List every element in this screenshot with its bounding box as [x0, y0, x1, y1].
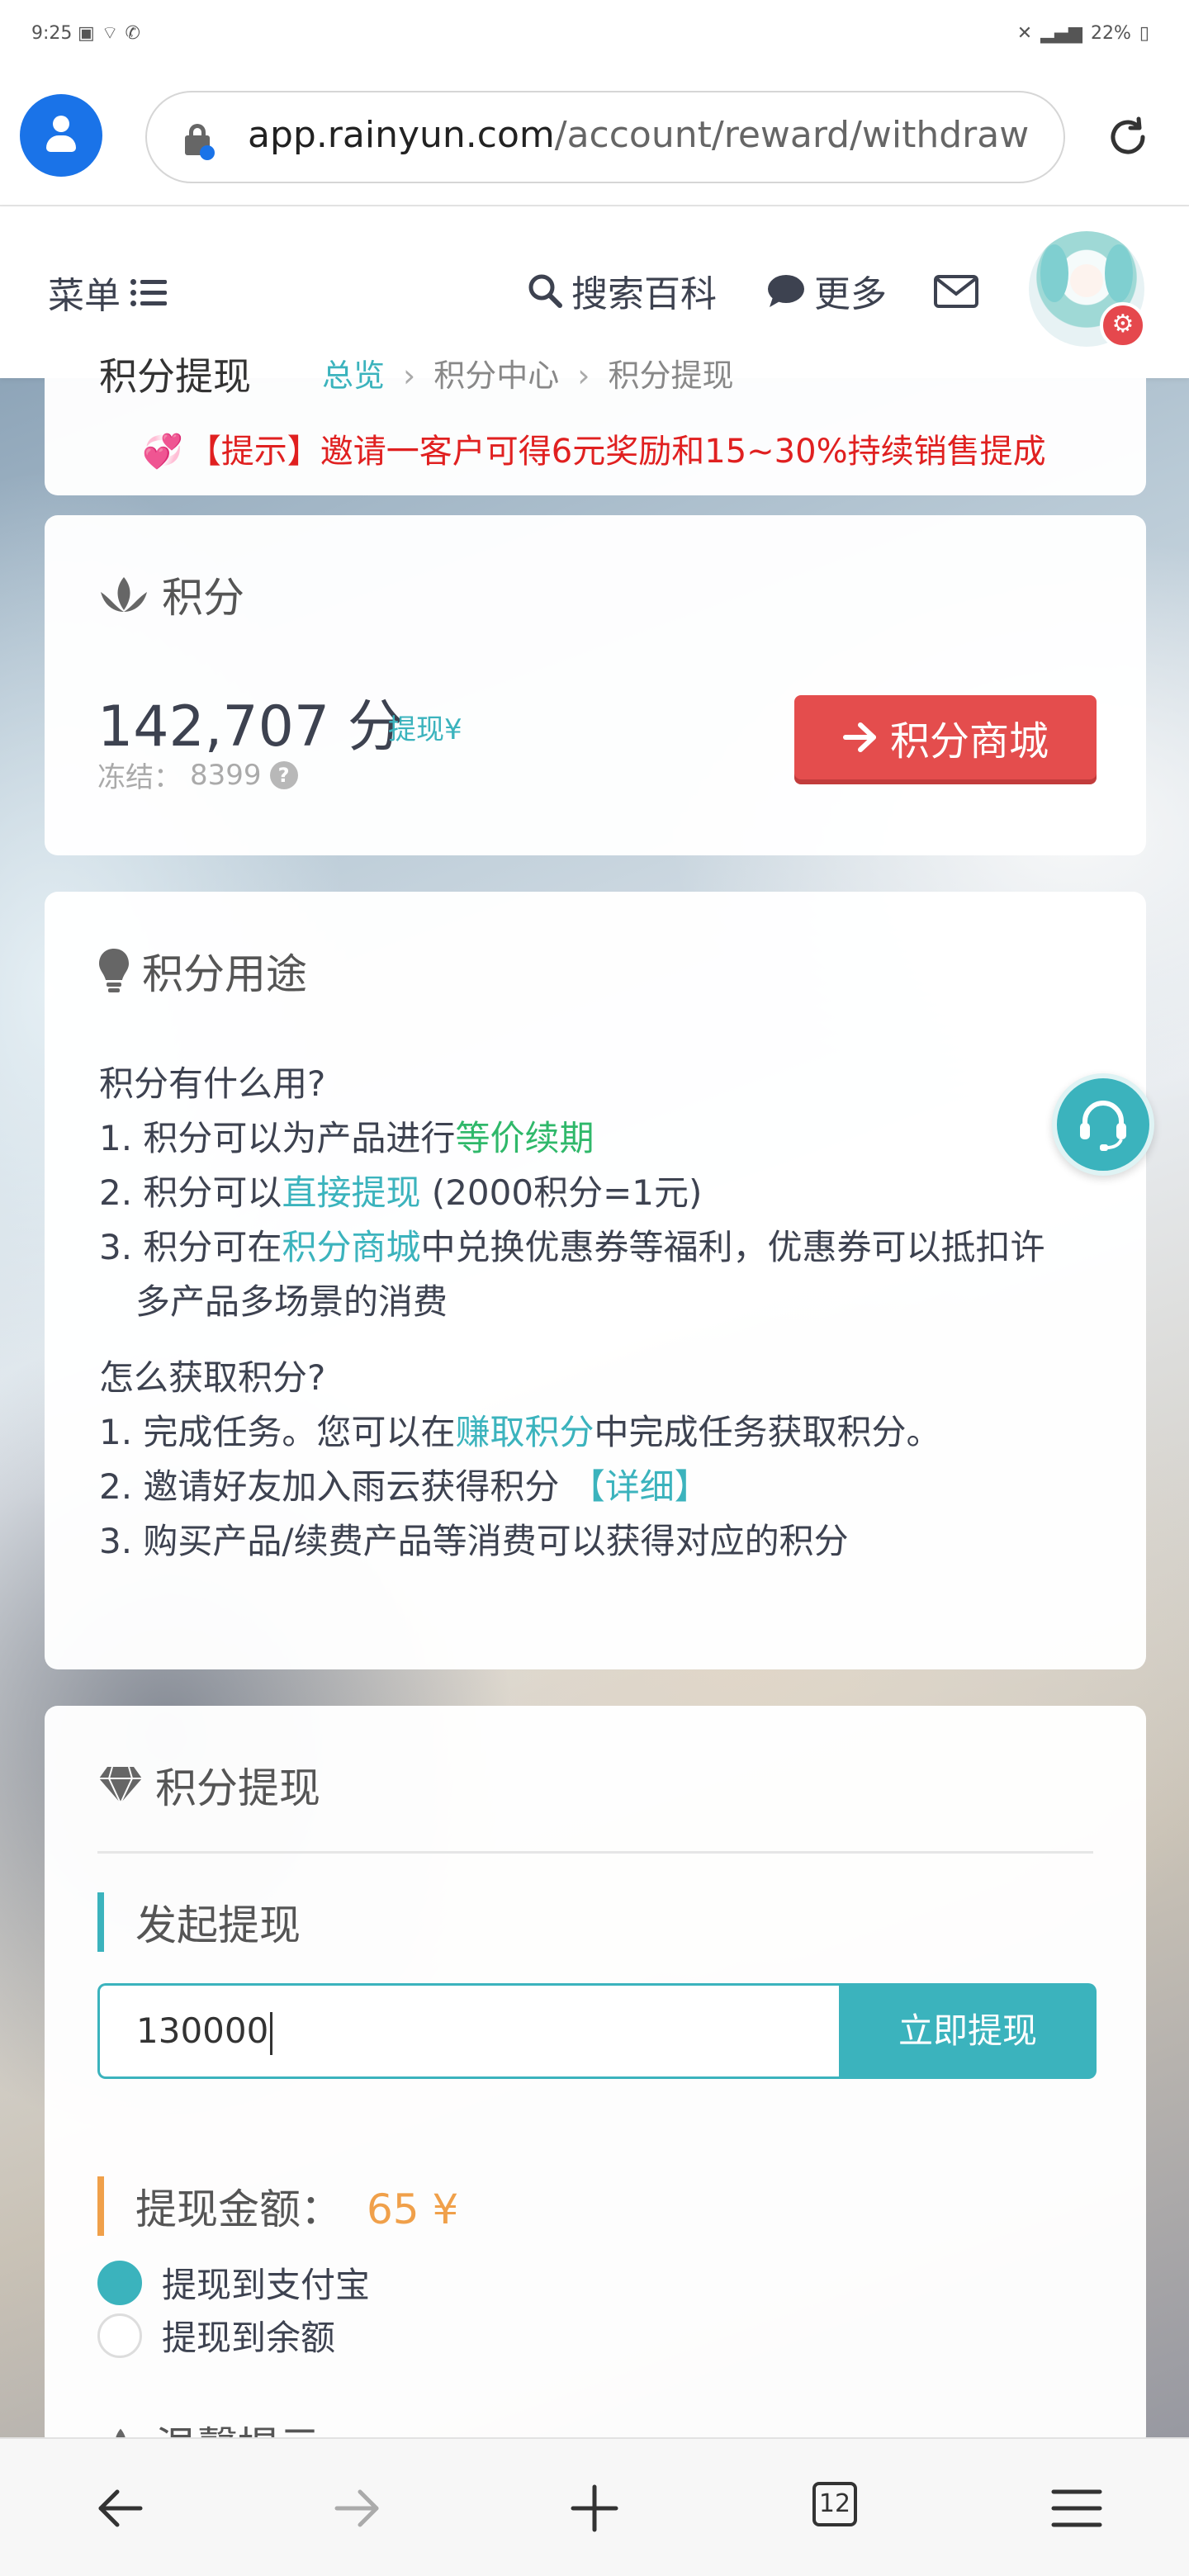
earn-points-link[interactable]: 赚取积分 — [455, 1412, 594, 1452]
option-alipay[interactable]: 提现到支付宝 — [97, 2257, 370, 2308]
arrow-right-icon — [842, 722, 876, 752]
new-tab-icon[interactable] — [565, 2479, 624, 2538]
usage-section-title: 积分用途 — [97, 941, 307, 1001]
status-bar: 9:25 ▣⌔✆ ✕ ▂▄▆ 22% ▯ — [0, 0, 1189, 69]
withdraw-section-title: 积分提现 — [97, 1755, 320, 1815]
browser-toolbar: app.rainyun.com/account/reward/withdraw — [0, 69, 1189, 206]
balance-label: 提现到余额 — [162, 2318, 336, 2358]
support-button[interactable] — [1052, 1073, 1154, 1176]
frozen-label: 冻结： — [97, 761, 182, 794]
usage-item-2: 2. 积分可以直接提现 (2000积分=1元) — [99, 1172, 703, 1213]
chevron-right-icon: › — [577, 358, 590, 394]
reload-icon[interactable] — [1105, 114, 1151, 160]
breadcrumb-overview[interactable]: 总览 — [322, 358, 385, 394]
usage-item-1: 1. 积分可以为产品进行等价续期 — [99, 1118, 594, 1158]
usage-question-2: 怎么获取积分? — [99, 1357, 326, 1398]
breadcrumb: 总览 › 积分中心 › 积分提现 — [322, 350, 733, 395]
earn-item-3: 3. 购买产品/续费产品等消费可以获得对应的积分 — [99, 1521, 849, 1561]
points-usage-card: 积分用途 积分有什么用? 1. 积分可以为产品进行等价续期 2. 积分可以直接提… — [45, 892, 1146, 1669]
gear-icon[interactable]: ⚙ — [1100, 302, 1146, 348]
frozen-value: 8399 — [190, 758, 262, 792]
chat-icon — [768, 275, 804, 307]
menu-icon[interactable] — [1047, 2479, 1106, 2538]
withdraw-amount-value: 65 ¥ — [367, 2185, 459, 2233]
points-balance: 142,707 分 — [97, 694, 404, 760]
lock-icon — [185, 124, 215, 160]
earn-item-1: 1. 完成任务。您可以在赚取积分中完成任务获取积分。 — [99, 1412, 941, 1452]
diamond-icon — [99, 1766, 142, 1805]
url-host: app.rainyun.com — [248, 114, 555, 156]
frozen-points: 冻结： 8399 ? — [97, 755, 298, 795]
chevron-right-icon: › — [403, 358, 416, 394]
page-title: 积分提现 — [99, 354, 251, 399]
mail-icon[interactable] — [933, 274, 979, 309]
address-bar[interactable]: app.rainyun.com/account/reward/withdraw — [145, 91, 1065, 183]
signal-icon: ▂▄▆ — [1040, 23, 1082, 44]
usage-content: 积分有什么用? 1. 积分可以为产品进行等价续期 2. 积分可以直接提现 (20… — [99, 1057, 1045, 1569]
withdraw-amount-label: 提现金额： — [135, 2185, 342, 2233]
status-right: ✕ ▂▄▆ 22% ▯ — [1017, 23, 1149, 44]
invite-detail-link[interactable]: 【详细】 — [571, 1466, 709, 1507]
hearts-icon: 💞 — [142, 433, 183, 471]
renew-link[interactable]: 等价续期 — [455, 1118, 594, 1158]
points-amount-value: 130000 — [136, 2010, 269, 2051]
battery-level: 22% — [1090, 23, 1131, 44]
usage-title: 积分用途 — [142, 950, 307, 998]
balance-radio[interactable] — [97, 2313, 142, 2358]
earn-item-2: 2. 邀请好友加入雨云获得积分 【详细】 — [99, 1466, 709, 1507]
withdraw-amount: 提现金额： 65 ¥ — [97, 2176, 458, 2236]
url-text[interactable]: app.rainyun.com/account/reward/withdraw — [248, 114, 1029, 156]
start-withdraw-title: 发起提现 — [97, 1892, 301, 1952]
headset-icon — [1080, 1101, 1126, 1151]
more-label: 更多 — [814, 273, 887, 315]
withdraw-now-button[interactable]: 立即提现 — [839, 1983, 1097, 2079]
invite-notice[interactable]: 💞 【提示】邀请一客户可得6元奖励和15~30%持续销售提成 — [142, 424, 1046, 472]
points-shop-label: 积分商城 — [889, 718, 1049, 765]
alipay-label: 提现到支付宝 — [162, 2265, 371, 2305]
points-title: 积分 — [162, 574, 244, 622]
withdraw-card: 积分提现 发起提现 130000 立即提现 提现金额： 65 ¥ 提现到支付宝 提… — [45, 1706, 1146, 2471]
points-card: 积分 142,707 分 提现¥ 冻结： 8399 ? 积分商城 — [45, 515, 1146, 855]
points-shop-button[interactable]: 积分商城 — [794, 695, 1097, 779]
points-amount-input[interactable]: 130000 — [97, 1983, 844, 2079]
browser-bottom-nav: 12 — [0, 2437, 1189, 2576]
menu-button[interactable]: 菜单 — [48, 266, 167, 319]
withdraw-title: 积分提现 — [155, 1764, 320, 1812]
alipay-radio[interactable] — [97, 2260, 142, 2305]
lotus-icon — [101, 577, 147, 612]
back-icon[interactable] — [91, 2479, 150, 2538]
tabs-button[interactable]: 12 — [812, 2482, 857, 2526]
section-divider — [97, 1851, 1093, 1854]
search-label: 搜索百科 — [571, 273, 717, 315]
forward-icon[interactable] — [327, 2479, 386, 2538]
usage-item-3: 3. 积分可在积分商城中兑换优惠券等福利，优惠券可以抵扣许 — [99, 1227, 1045, 1267]
notice-text: 【提示】邀请一客户可得6元奖励和15~30%持续销售提成 — [187, 433, 1046, 471]
withdraw-link[interactable]: 提现¥ — [388, 707, 462, 747]
direct-withdraw-link[interactable]: 直接提现 — [282, 1172, 420, 1213]
profile-icon[interactable] — [20, 94, 102, 177]
breadcrumb-card: 积分提现 总览 › 积分中心 › 积分提现 💞 【提示】邀请一客户可得6元奖励和15~30… — [45, 354, 1146, 495]
option-balance[interactable]: 提现到余额 — [97, 2310, 335, 2361]
breadcrumb-current: 积分提现 — [608, 358, 734, 394]
search-icon — [528, 274, 562, 308]
list-icon — [130, 277, 167, 307]
battery-icon: ▯ — [1139, 23, 1149, 44]
help-icon[interactable]: ? — [269, 760, 298, 789]
usage-question-1: 积分有什么用? — [99, 1063, 326, 1104]
lightbulb-icon — [99, 949, 129, 992]
points-section-title: 积分 — [97, 565, 244, 624]
status-time: 9:25 — [31, 23, 73, 44]
mute-icon: ✕ — [1016, 23, 1033, 44]
notification-icons: ▣⌔✆ — [78, 23, 147, 44]
usage-item-3-cont: 多产品多场景的消费 — [135, 1281, 448, 1322]
url-path: /account/reward/withdraw — [554, 114, 1030, 156]
points-shop-link[interactable]: 积分商城 — [282, 1227, 420, 1267]
more-link[interactable]: 更多 — [766, 264, 887, 317]
search-wiki-link[interactable]: 搜索百科 — [527, 264, 717, 317]
breadcrumb-points-center[interactable]: 积分中心 — [433, 358, 559, 394]
menu-label: 菜单 — [48, 275, 121, 317]
